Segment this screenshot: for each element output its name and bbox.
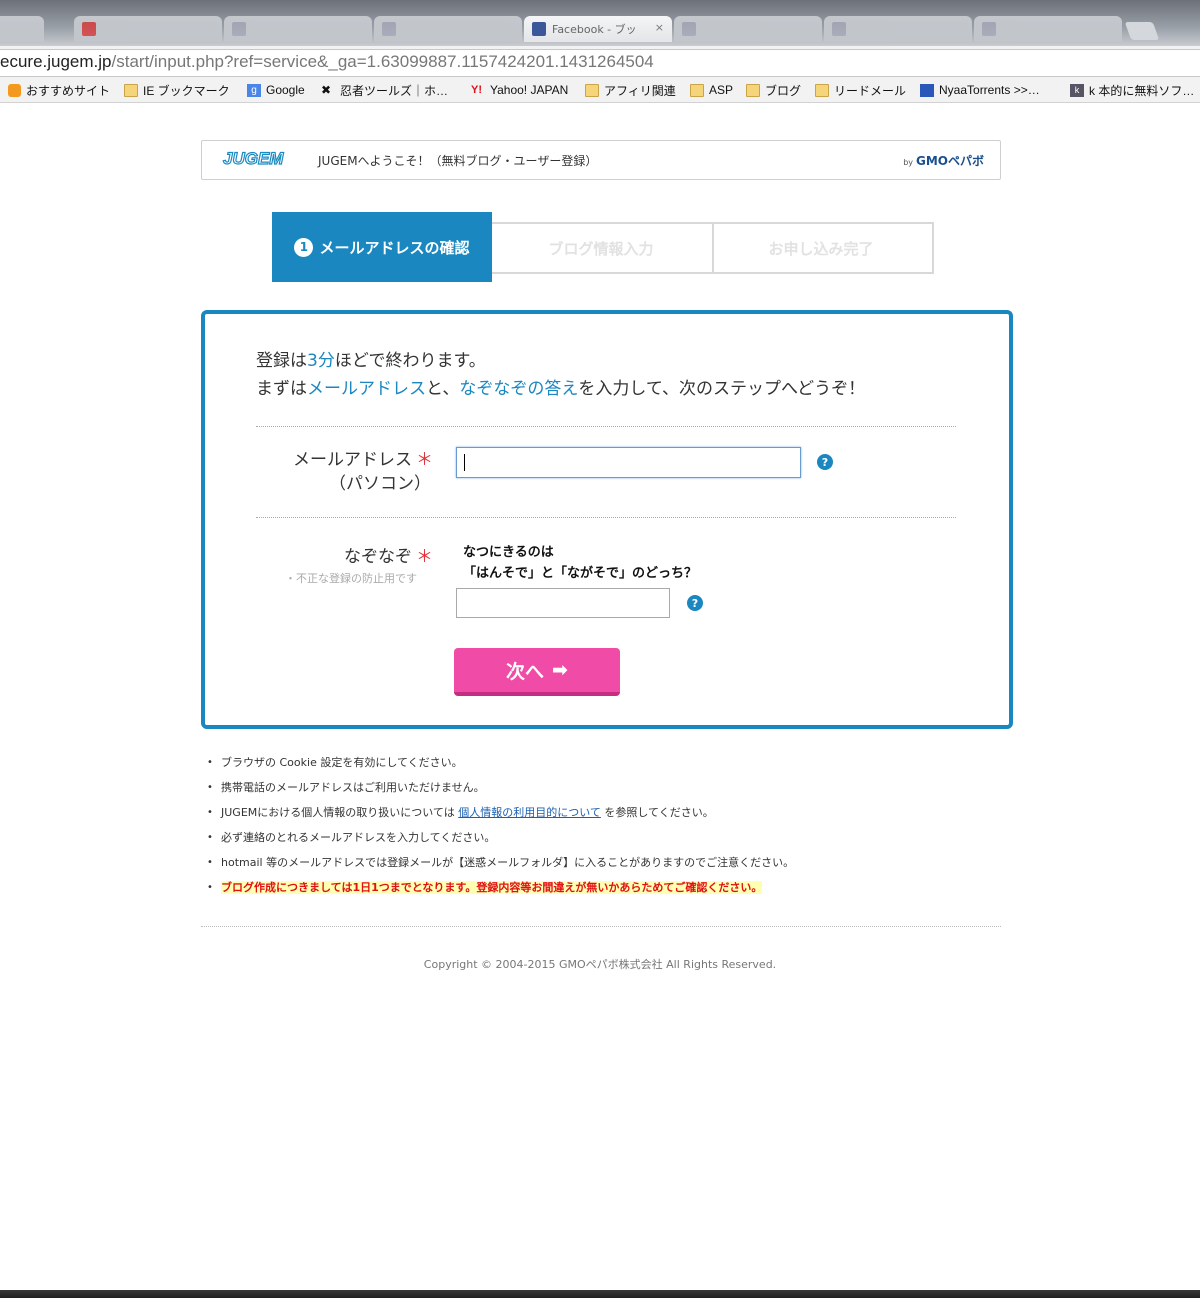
browser-tab[interactable] — [74, 16, 222, 42]
help-icon[interactable]: ? — [817, 454, 833, 470]
bookmark-item[interactable]: k k 本的に無料ソフ… — [1070, 81, 1194, 99]
bookmarks-bar: おすすめサイト IE ブックマーク g Google ✖ 忍者ツールズ｜ホ… Y! Y… — [0, 78, 1200, 103]
required-mark: ＊ — [416, 450, 433, 470]
step-complete: お申し込み完了 — [768, 239, 874, 258]
help-icon[interactable]: ? — [687, 595, 703, 611]
address-bar[interactable]: ecure.jugem.jp/start/input.php?ref=servi… — [0, 49, 1200, 77]
bookmark-item[interactable]: Y! Yahoo! JAPAN — [471, 81, 568, 99]
company-name: GMOペパボ — [916, 154, 984, 168]
yahoo-icon: Y! — [471, 83, 482, 96]
bookmark-item[interactable]: ブログ — [746, 81, 801, 99]
bookmark-label: おすすめサイト — [26, 83, 111, 98]
url-text: ecure.jugem.jp/start/input.php?ref=servi… — [0, 52, 654, 71]
bookmark-item[interactable]: ASP — [690, 81, 733, 99]
bookmark-item[interactable]: IE ブックマーク — [124, 81, 230, 99]
jugem-logo[interactable]: JUGEM — [222, 148, 284, 169]
google-icon: g — [247, 83, 261, 97]
bookmark-label: 忍者ツールズ｜ホ… — [340, 83, 449, 98]
riddle-question: なつにきるのは 「はんそで」と「ながそで」のどっち？ — [463, 545, 698, 581]
favicon-icon — [82, 22, 96, 36]
required-mark: ＊ — [416, 547, 433, 567]
bulb-icon — [8, 83, 21, 97]
browser-tab[interactable] — [374, 16, 522, 42]
registration-form: 登録は3分ほどで終わります。 まずはメールアドレスと、なぞなぞの答えを入力して、… — [201, 310, 1013, 729]
by-text: by — [903, 158, 913, 167]
new-tab-button[interactable] — [1124, 22, 1160, 40]
bookmark-label: リードメール — [834, 83, 907, 98]
privacy-link[interactable]: 個人情報の利用目的について — [458, 806, 601, 819]
k-icon: k — [1070, 83, 1084, 97]
note-item: JUGEMにおける個人情報の取り扱いについては 個人情報の利用目的について を参… — [207, 804, 794, 829]
bookmark-item[interactable]: アフィリ関連 — [585, 81, 676, 99]
favicon-icon — [382, 22, 396, 36]
browser-tab[interactable] — [674, 16, 822, 42]
note-item: ブラウザの Cookie 設定を有効にしてください。 — [207, 754, 794, 779]
note-item: hotmail 等のメールアドレスでは登録メールが【迷惑メールフォルダ】に入るこ… — [207, 854, 794, 879]
folder-icon — [690, 83, 704, 97]
email-input[interactable] — [456, 447, 801, 478]
welcome-text: JUGEMへようこそ！（無料ブログ・ユーザー登録） — [318, 154, 598, 168]
folder-icon — [746, 83, 760, 97]
folder-icon — [815, 83, 829, 97]
browser-tab[interactable] — [824, 16, 972, 42]
browser-tab[interactable] — [974, 16, 1122, 42]
riddle-note: ・不正な登録の防止用です — [285, 572, 417, 585]
bookmark-item[interactable]: g Google — [247, 81, 305, 99]
next-button-label: 次へ — [506, 660, 545, 683]
favicon-icon — [232, 22, 246, 36]
bookmark-label: k 本的に無料ソフ… — [1089, 83, 1195, 98]
favicon-icon — [832, 22, 846, 36]
riddle-label: なぞなぞ＊ — [344, 547, 433, 567]
riddle-answer-input[interactable] — [456, 588, 670, 618]
facebook-icon — [532, 22, 546, 36]
nyaa-icon — [920, 83, 934, 97]
bookmark-label: ASP — [709, 83, 734, 97]
page-header: JUGEM JUGEMへようこそ！（無料ブログ・ユーザー登録） by GMOペパボ — [201, 140, 1001, 180]
bookmark-item[interactable]: リードメール — [815, 81, 906, 99]
email-label: メールアドレス＊ （パソコン） — [293, 450, 433, 494]
address-bar-row: ecure.jugem.jp/start/input.php?ref=servi… — [0, 46, 1200, 79]
bookmark-label: IE ブックマーク — [143, 83, 230, 98]
bookmark-label: Yahoo! JAPAN — [490, 83, 569, 97]
note-item: 携帯電話のメールアドレスはご利用いただけません。 — [207, 779, 794, 804]
copyright: Copyright © 2004-2015 GMOペパボ株式会社 All Rig… — [423, 958, 777, 971]
step-email-confirm: 1 メールアドレスの確認 — [272, 212, 492, 282]
note-item: 必ず連絡のとれるメールアドレスを入力してください。 — [207, 829, 794, 854]
intro-text: 登録は3分ほどで終わります。 まずはメールアドレスと、なぞなぞの答えを入力して、… — [256, 351, 866, 399]
browser-tab-active[interactable]: Facebook - ブッ × — [524, 16, 672, 42]
gmo-pepabo-logo[interactable]: by GMOペパボ — [903, 152, 984, 169]
step-label: メールアドレスの確認 — [319, 238, 470, 257]
tab-strip: Facebook - ブッ × — [0, 0, 1200, 46]
arrow-right-icon: ➡ — [552, 659, 568, 681]
notes-list: ブラウザの Cookie 設定を有効にしてください。 携帯電話のメールアドレスは… — [207, 754, 794, 904]
warning-note: ブログ作成につきましては1日1つまでとなります。登録内容等お間違えが無いかあらた… — [207, 879, 794, 904]
close-icon[interactable]: × — [655, 21, 664, 34]
bookmark-label: アフィリ関連 — [604, 83, 676, 98]
folder-icon — [124, 83, 138, 97]
ninja-icon: ✖ — [321, 82, 332, 97]
step-number: 1 — [294, 237, 314, 257]
folder-icon — [585, 83, 599, 97]
bookmark-item[interactable]: ✖ 忍者ツールズ｜ホ… — [321, 81, 448, 99]
taskbar-edge — [0, 1290, 1200, 1298]
tab-label: Facebook - ブッ — [552, 23, 637, 36]
progress-steps: ブログ情報入力 お申し込み完了 1 メールアドレスの確認 — [272, 212, 934, 282]
next-button[interactable]: 次へ ➡ — [454, 648, 620, 696]
footer-divider — [201, 926, 1001, 927]
bookmark-label: Google — [266, 83, 305, 97]
bookmark-item[interactable]: NyaaTorrents >>… — [920, 81, 1040, 99]
bookmark-label: ブログ — [765, 83, 802, 98]
browser-tab[interactable] — [0, 16, 44, 42]
favicon-icon — [982, 22, 996, 36]
text-caret — [464, 454, 465, 471]
step-blog-info: ブログ情報入力 — [548, 239, 654, 258]
bookmark-item[interactable]: おすすめサイト — [8, 81, 110, 99]
browser-tab[interactable] — [224, 16, 372, 42]
favicon-icon — [682, 22, 696, 36]
divider — [256, 426, 956, 427]
divider — [256, 517, 956, 518]
bookmark-label: NyaaTorrents >>… — [939, 83, 1040, 97]
